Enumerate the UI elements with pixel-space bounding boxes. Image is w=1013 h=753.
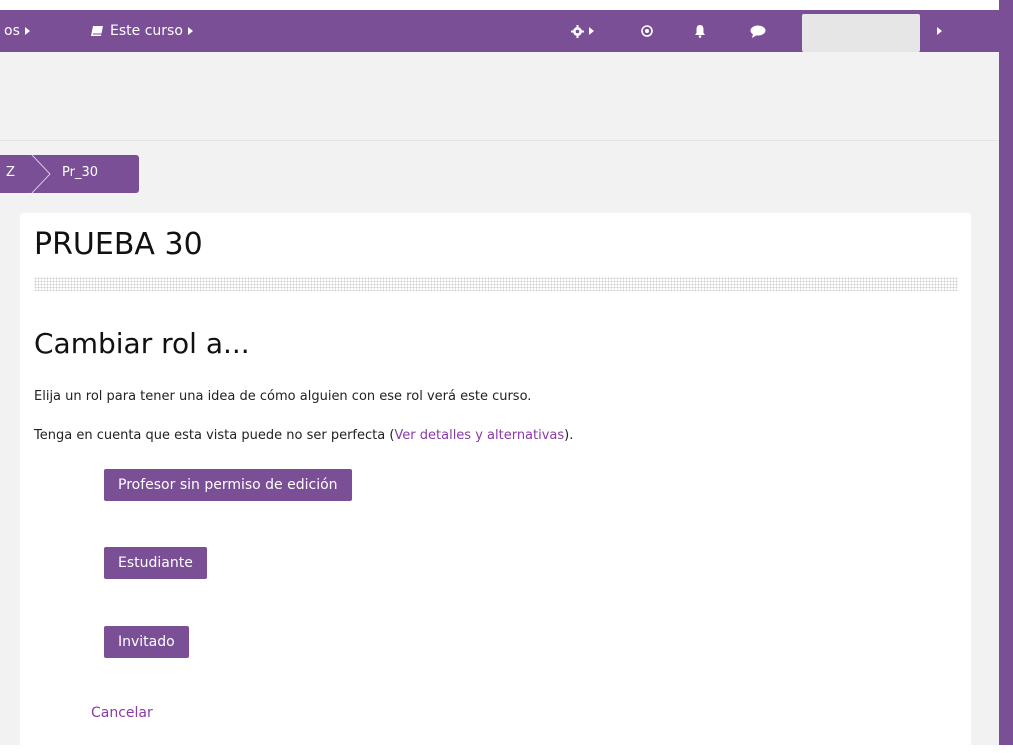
role-button-guest[interactable]: Invitado (104, 626, 189, 658)
intro-text: Elija un rol para tener una idea de cómo… (34, 389, 532, 404)
caret-right-icon (589, 27, 594, 35)
courses-menu[interactable]: os (4, 10, 30, 52)
role-button-teacher[interactable]: Profesor sin permiso de edición (104, 469, 352, 501)
user-menu-box[interactable] (802, 14, 920, 52)
section-title: Cambiar rol a... (34, 327, 250, 360)
breadcrumb-item-prev[interactable]: Z (6, 165, 15, 180)
notifications-button[interactable] (694, 10, 706, 52)
caret-right-icon (24, 27, 30, 35)
note-text-end: ). (564, 428, 574, 443)
user-menu-toggle[interactable] (932, 10, 942, 52)
messages-button[interactable] (750, 10, 766, 52)
role-button-student[interactable]: Estudiante (104, 547, 207, 579)
course-title: PRUEBA 30 (34, 227, 203, 262)
settings-menu[interactable] (571, 10, 594, 52)
breadcrumb-separator-icon (30, 154, 52, 197)
chat-icon (750, 25, 766, 38)
page-header-band (0, 52, 999, 141)
this-course-menu[interactable]: Este curso (90, 10, 193, 52)
caret-right-icon (187, 27, 193, 35)
this-course-label: Este curso (110, 23, 183, 39)
breadcrumb-item-current[interactable]: Pr_30 (62, 165, 98, 180)
details-link[interactable]: Ver detalles y alternativas (394, 428, 564, 443)
target-icon (641, 25, 653, 37)
top-navbar: os Este curso (0, 10, 1000, 52)
book-icon (90, 25, 104, 37)
right-edge-bar (999, 0, 1013, 745)
courses-menu-label: os (4, 23, 20, 39)
note-text: Tenga en cuenta que esta vista puede no … (34, 428, 573, 443)
bell-icon (694, 24, 706, 38)
gear-icon (571, 24, 584, 38)
cancel-link[interactable]: Cancelar (91, 705, 153, 721)
target-button[interactable] (641, 10, 653, 52)
title-divider (34, 277, 958, 291)
breadcrumb: Z Pr_30 (0, 154, 139, 194)
note-text-start: Tenga en cuenta que esta vista puede no … (34, 428, 395, 443)
caret-right-icon (937, 27, 942, 35)
main-card: PRUEBA 30 Cambiar rol a... Elija un rol … (20, 213, 971, 753)
